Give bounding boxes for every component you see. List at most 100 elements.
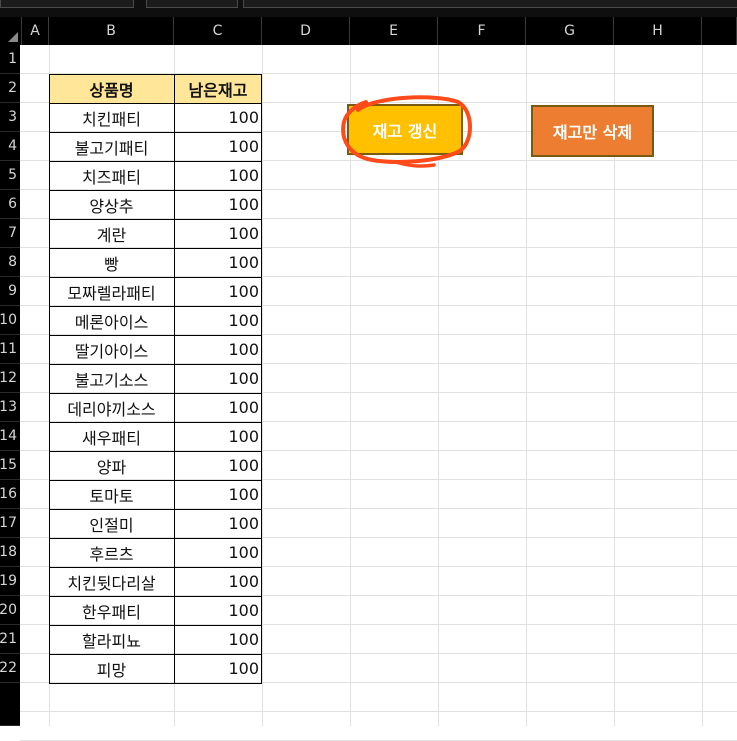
row-number: 5	[8, 167, 17, 183]
stock-qty-cell[interactable]: 100	[174, 190, 262, 219]
stock-qty-cell[interactable]: 100	[174, 567, 262, 596]
stock-qty-cell[interactable]: 100	[174, 451, 262, 480]
stock-qty-cell[interactable]: 100	[174, 248, 262, 277]
column-header-b[interactable]: B	[49, 17, 174, 45]
row-header[interactable]: 2	[0, 74, 20, 103]
product-name-cell[interactable]: 치즈패티	[49, 161, 174, 190]
name-box[interactable]	[0, 0, 134, 8]
table-row-divider	[49, 509, 262, 510]
row-header[interactable]: 15	[0, 451, 20, 480]
select-all-corner[interactable]	[0, 17, 22, 45]
row-number: 7	[8, 225, 17, 241]
row-header[interactable]: 16	[0, 480, 20, 509]
table-row-divider	[49, 422, 262, 423]
column-header-e[interactable]: E	[350, 17, 438, 45]
row-header[interactable]: 7	[0, 219, 20, 248]
column-header-f[interactable]: F	[438, 17, 526, 45]
product-name-cell[interactable]: 인절미	[49, 509, 174, 538]
row-header[interactable]: 8	[0, 248, 20, 277]
row-header[interactable]: 11	[0, 335, 20, 364]
column-header-h[interactable]: H	[614, 17, 702, 45]
column-header-filler	[702, 17, 737, 45]
stock-qty-cell[interactable]: 100	[174, 538, 262, 567]
table-row-divider	[49, 480, 262, 481]
stock-qty-cell[interactable]: 100	[174, 103, 262, 132]
table-row-divider	[49, 596, 262, 597]
row-number: 10	[0, 312, 17, 328]
delete-stock-only-button[interactable]: 재고만 삭제	[531, 105, 654, 157]
row-number: 2	[8, 80, 17, 96]
row-header[interactable]: 10	[0, 306, 20, 335]
stock-qty-cell[interactable]: 100	[174, 161, 262, 190]
column-header-c[interactable]: C	[174, 17, 262, 45]
product-name-cell[interactable]: 치킨뒷다리살	[49, 567, 174, 596]
row-header[interactable]: 6	[0, 190, 20, 219]
update-stock-button[interactable]: 재고 갱신	[347, 104, 463, 155]
table-row-divider	[49, 219, 262, 220]
product-name-cell[interactable]: 불고기패티	[49, 132, 174, 161]
row-header[interactable]: 9	[0, 277, 20, 306]
name-box-dropdown[interactable]	[146, 0, 238, 8]
row-header[interactable]: 5	[0, 161, 20, 190]
product-name-cell[interactable]: 할라피뇨	[49, 625, 174, 654]
row-header[interactable]: 22	[0, 654, 20, 683]
stock-qty-cell[interactable]: 100	[174, 219, 262, 248]
stock-qty-cell[interactable]: 100	[174, 509, 262, 538]
table-row-divider	[49, 132, 262, 133]
product-name-cell[interactable]: 빵	[49, 248, 174, 277]
product-name-cell[interactable]: 한우패티	[49, 596, 174, 625]
product-name-cell[interactable]: 새우패티	[49, 422, 174, 451]
row-header[interactable]: 18	[0, 538, 20, 567]
table-row-divider	[49, 654, 262, 655]
row-header[interactable]: 12	[0, 364, 20, 393]
column-header-g[interactable]: G	[526, 17, 614, 45]
row-header[interactable]: 1	[0, 45, 20, 74]
row-number: 14	[0, 428, 17, 444]
product-name-cell[interactable]: 딸기아이스	[49, 335, 174, 364]
table-row-divider	[49, 451, 262, 452]
product-name-cell[interactable]: 양파	[49, 451, 174, 480]
stock-qty-cell[interactable]: 100	[174, 277, 262, 306]
row-header[interactable]: 21	[0, 625, 20, 654]
stock-qty-cell[interactable]: 100	[174, 364, 262, 393]
product-name-cell[interactable]: 치킨패티	[49, 103, 174, 132]
column-header-d[interactable]: D	[262, 17, 350, 45]
stock-qty-cell[interactable]: 100	[174, 422, 262, 451]
row-header[interactable]: 17	[0, 509, 20, 538]
row-header[interactable]: 13	[0, 393, 20, 422]
stock-qty-cell[interactable]: 100	[174, 480, 262, 509]
stock-qty-cell[interactable]: 100	[174, 335, 262, 364]
row-number: 18	[0, 544, 17, 560]
row-number: 21	[0, 631, 17, 647]
column-header-a[interactable]: A	[22, 17, 49, 45]
table-row-divider	[49, 103, 262, 104]
row-header[interactable]: 19	[0, 567, 20, 596]
table-row-divider	[49, 625, 262, 626]
product-name-cell[interactable]: 계란	[49, 219, 174, 248]
product-name-cell[interactable]: 데리야끼소스	[49, 393, 174, 422]
product-name-cell[interactable]: 모짜렐라패티	[49, 277, 174, 306]
stock-qty-cell[interactable]: 100	[174, 132, 262, 161]
row-header[interactable]: 4	[0, 132, 20, 161]
table-header-product-name[interactable]: 상품명	[49, 74, 174, 103]
row-header[interactable]: 20	[0, 596, 20, 625]
stock-qty-cell[interactable]: 100	[174, 654, 262, 683]
product-name-cell[interactable]: 토마토	[49, 480, 174, 509]
formula-input[interactable]	[243, 0, 737, 8]
product-name-cell[interactable]: 불고기소스	[49, 364, 174, 393]
stock-qty-cell[interactable]: 100	[174, 393, 262, 422]
product-name-cell[interactable]: 양상추	[49, 190, 174, 219]
table-row-divider	[49, 335, 262, 336]
row-header[interactable]: 3	[0, 103, 20, 132]
stock-qty-cell[interactable]: 100	[174, 596, 262, 625]
stock-qty-cell[interactable]: 100	[174, 625, 262, 654]
table-row-divider	[49, 567, 262, 568]
table-header-remaining-stock[interactable]: 남은재고	[174, 74, 262, 103]
row-header[interactable]: 14	[0, 422, 20, 451]
row-number: 19	[0, 573, 17, 589]
table-row-divider	[49, 538, 262, 539]
product-name-cell[interactable]: 피망	[49, 654, 174, 683]
stock-qty-cell[interactable]: 100	[174, 306, 262, 335]
product-name-cell[interactable]: 후르츠	[49, 538, 174, 567]
product-name-cell[interactable]: 메론아이스	[49, 306, 174, 335]
